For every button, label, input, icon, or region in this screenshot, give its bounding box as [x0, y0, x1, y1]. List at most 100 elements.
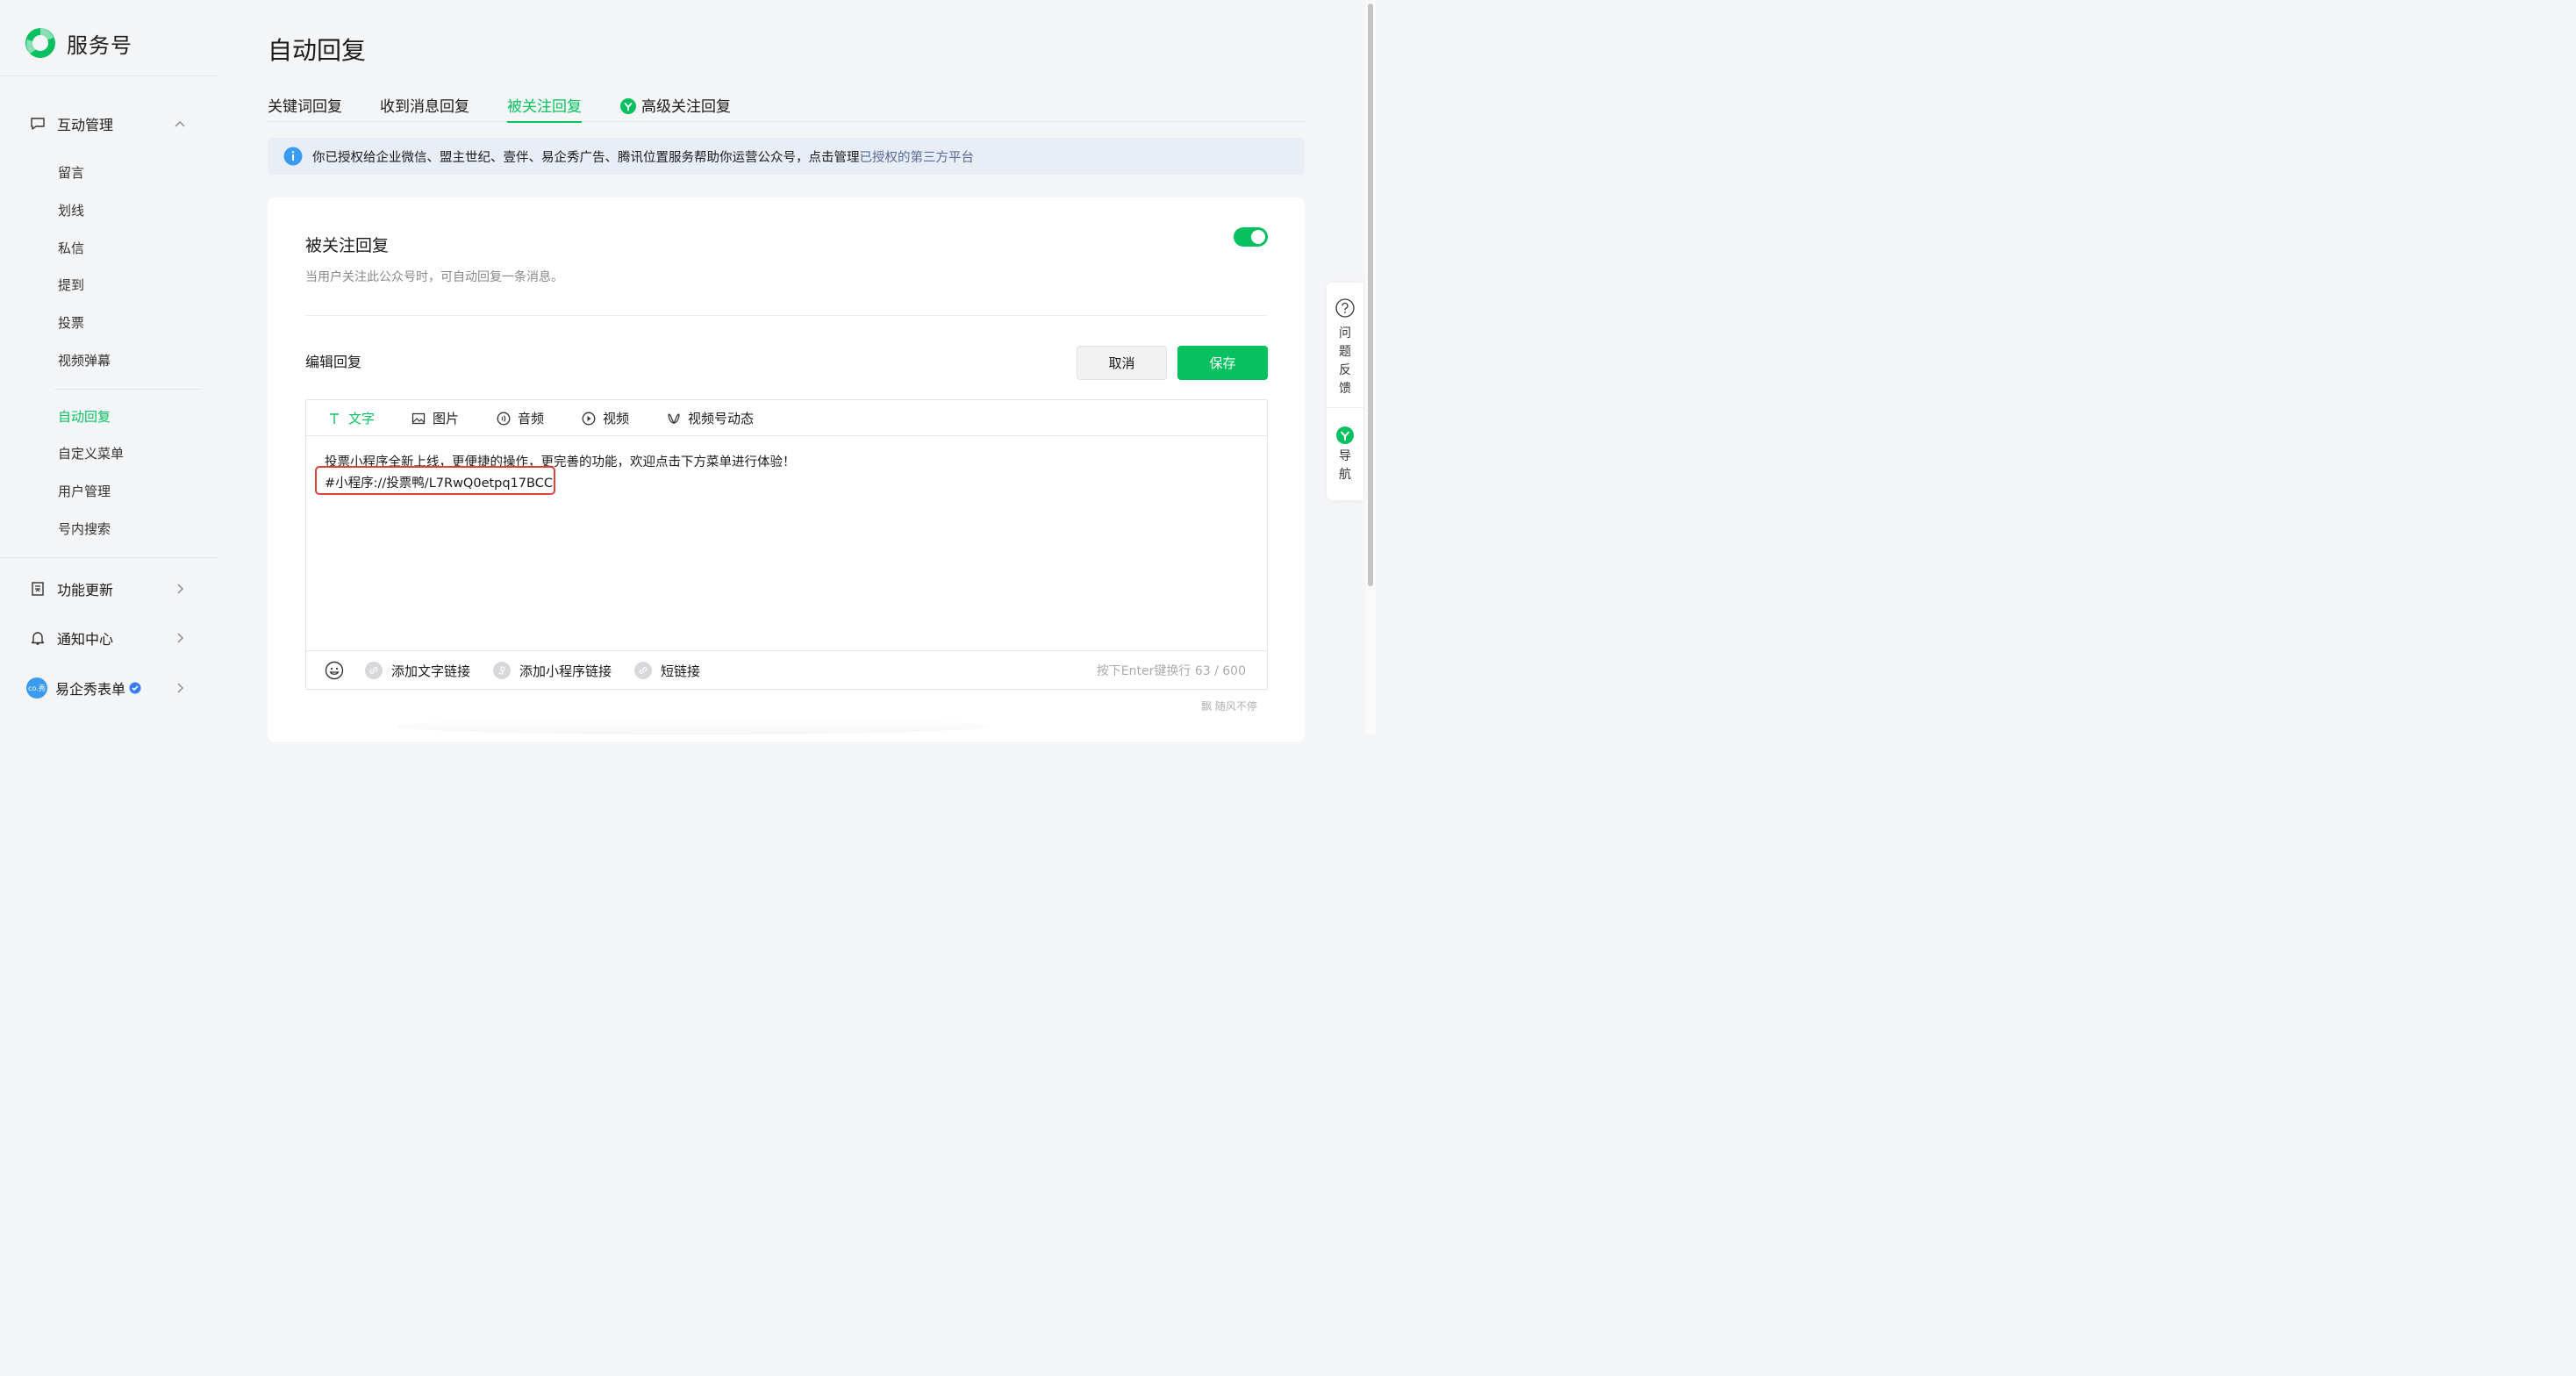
reply-editor: 文字 图片 音频 视频 视频号动态 投票小程序全新上线，更便捷的操作，更完善的功…	[305, 399, 1268, 690]
verified-badge-icon	[129, 682, 141, 694]
chevron-right-icon[interactable]	[172, 581, 188, 597]
sidebar-group-notifications[interactable]: 通知中心	[30, 627, 188, 649]
tab-message-reply[interactable]: 收到消息回复	[380, 94, 469, 122]
sidebar-divider	[0, 557, 218, 558]
tab-follow-reply[interactable]: 被关注回复	[507, 94, 582, 123]
tool-label: 音频	[518, 411, 545, 426]
brand[interactable]: 服务号	[25, 26, 132, 60]
follow-reply-toggle[interactable]	[1234, 227, 1268, 247]
footer-label: 添加文字链接	[391, 663, 471, 679]
edit-reply-label: 编辑回复	[305, 354, 362, 370]
sidebar-group-label: 互动管理	[57, 117, 114, 133]
save-button[interactable]: 保存	[1177, 346, 1268, 380]
chevron-up-icon[interactable]	[172, 116, 188, 132]
short-link-button[interactable]: 短链接	[634, 651, 700, 690]
chevron-right-icon[interactable]	[172, 630, 188, 646]
channels-icon	[668, 412, 680, 424]
tool-label: 图片	[433, 411, 460, 426]
add-text-link-button[interactable]: 添加文字链接	[365, 651, 470, 690]
panel-divider	[1327, 407, 1363, 408]
scrollbar[interactable]	[1365, 0, 1376, 735]
follow-reply-card: 被关注回复 当用户关注此公众号时，可自动回复一条消息。 编辑回复 取消 保存 文…	[268, 197, 1305, 742]
nav-char: 导	[1339, 449, 1351, 463]
floating-help-panel: 问 题 反 馈 导 航	[1327, 283, 1363, 500]
plugin-y-icon	[1336, 426, 1354, 444]
mini-program-link-text: #小程序://投票鸭/L7RwQ0etpq17BCC	[315, 466, 555, 495]
editor-toolbar: 文字 图片 音频 视频 视频号动态	[306, 400, 1267, 436]
tool-video[interactable]: 视频	[582, 400, 629, 436]
sidebar-item-custom-menu[interactable]: 自定义菜单	[58, 445, 124, 462]
message-icon	[30, 116, 46, 132]
sidebar-item-vote[interactable]: 投票	[58, 314, 84, 332]
sidebar-item-comments[interactable]: 留言	[58, 164, 84, 182]
tool-audio[interactable]: 音频	[497, 400, 544, 436]
brand-name: 服务号	[67, 32, 132, 58]
feedback-char: 馈	[1339, 382, 1351, 396]
nav-char: 航	[1339, 468, 1351, 482]
image-icon	[411, 412, 426, 424]
reply-content[interactable]: 投票小程序全新上线，更便捷的操作，更完善的功能，欢迎点击下方菜单进行体验！ #小…	[315, 452, 796, 495]
section-description: 当用户关注此公众号时，可自动回复一条消息。	[305, 270, 563, 284]
tool-text[interactable]: 文字	[327, 400, 375, 436]
chevron-right-icon[interactable]	[172, 680, 188, 696]
sidebar-divider	[0, 75, 218, 76]
character-counter: 按下Enter键换行 63 / 600	[1096, 664, 1246, 678]
short-link-icon	[634, 662, 652, 679]
feedback-char: 反	[1339, 363, 1351, 377]
editor-footer: 添加文字链接 添加小程序链接 短链接 按下Enter键换行 63 / 600	[306, 650, 1267, 689]
cancel-button[interactable]: 取消	[1077, 346, 1167, 380]
sidebar-item-private-message[interactable]: 私信	[58, 240, 84, 257]
play-icon	[582, 412, 596, 425]
scrollbar-thumb[interactable]	[1368, 4, 1373, 586]
sidebar-group-feature-updates[interactable]: 功能更新	[30, 578, 188, 599]
page-title: 自动回复	[268, 36, 367, 65]
tool-label: 视频号动态	[688, 411, 755, 426]
sidebar-item-underline[interactable]: 划线	[58, 202, 84, 219]
tab-label: 关键词回复	[268, 98, 342, 116]
tab-label: 被关注回复	[507, 98, 582, 116]
audio-icon	[497, 412, 511, 425]
sidebar-item-mentions[interactable]: 提到	[58, 276, 84, 294]
card-shadow	[395, 718, 991, 735]
tool-channels-post[interactable]: 视频号动态	[667, 400, 754, 436]
plugin-y-icon	[620, 98, 636, 114]
sidebar-item-auto-reply[interactable]: 自动回复	[58, 408, 111, 426]
navigation-button[interactable]: 导 航	[1327, 426, 1363, 484]
tool-image[interactable]: 图片	[411, 400, 459, 436]
sidebar-item-user-management[interactable]: 用户管理	[58, 483, 111, 500]
reply-tabs: 关键词回复 收到消息回复 被关注回复 高级关注回复	[268, 94, 1305, 123]
bell-icon	[30, 630, 46, 646]
update-book-icon	[30, 581, 46, 597]
feedback-button[interactable]: 问 题 反 馈	[1327, 298, 1363, 398]
footer-label: 短链接	[661, 663, 701, 679]
tab-label: 收到消息回复	[380, 98, 469, 116]
sidebar-item-in-account-search[interactable]: 号内搜索	[58, 520, 111, 538]
sidebar-item-video-danmaku[interactable]: 视频弹幕	[58, 352, 111, 369]
sidebar: 服务号 互动管理 留言 划线 私信 提到 投票 视频弹幕 自动回复 自定义菜单 …	[0, 0, 218, 735]
sidebar-sub-divider	[54, 389, 202, 390]
sidebar-group-interaction[interactable]: 互动管理	[30, 113, 188, 134]
tool-label: 视频	[603, 411, 630, 426]
feedback-char: 问	[1339, 326, 1351, 340]
text-icon	[330, 412, 339, 424]
question-icon	[1335, 298, 1355, 318]
footer-label: 添加小程序链接	[519, 663, 612, 679]
toggle-knob	[1251, 230, 1265, 244]
sidebar-group-label: 功能更新	[57, 582, 114, 598]
avatar: co.秀	[26, 677, 47, 699]
third-party-platform-link[interactable]: 已授权的第三方平台	[860, 147, 975, 166]
sidebar-group-label: 易企秀表单	[55, 681, 126, 698]
tool-label: 文字	[348, 411, 376, 426]
sidebar-group-label: 通知中心	[57, 631, 114, 648]
add-mini-program-link-button[interactable]: 添加小程序链接	[493, 651, 612, 690]
authorization-notice: 你已授权给企业微信、盟主世纪、壹伴、易企秀广告、腾讯位置服务帮助你运营公众号，点…	[268, 138, 1305, 175]
tab-keyword-reply[interactable]: 关键词回复	[268, 94, 342, 122]
card-divider	[305, 315, 1268, 316]
tab-advanced-follow-reply[interactable]: 高级关注回复	[620, 94, 731, 122]
watermark: 飘 随风不停	[1201, 700, 1257, 713]
emoji-icon	[325, 661, 344, 680]
tab-label: 高级关注回复	[641, 98, 731, 116]
emoji-button[interactable]	[325, 651, 344, 690]
mini-program-icon	[493, 662, 511, 679]
sidebar-group-eqxiu-form[interactable]: co.秀 易企秀表单	[26, 677, 188, 699]
